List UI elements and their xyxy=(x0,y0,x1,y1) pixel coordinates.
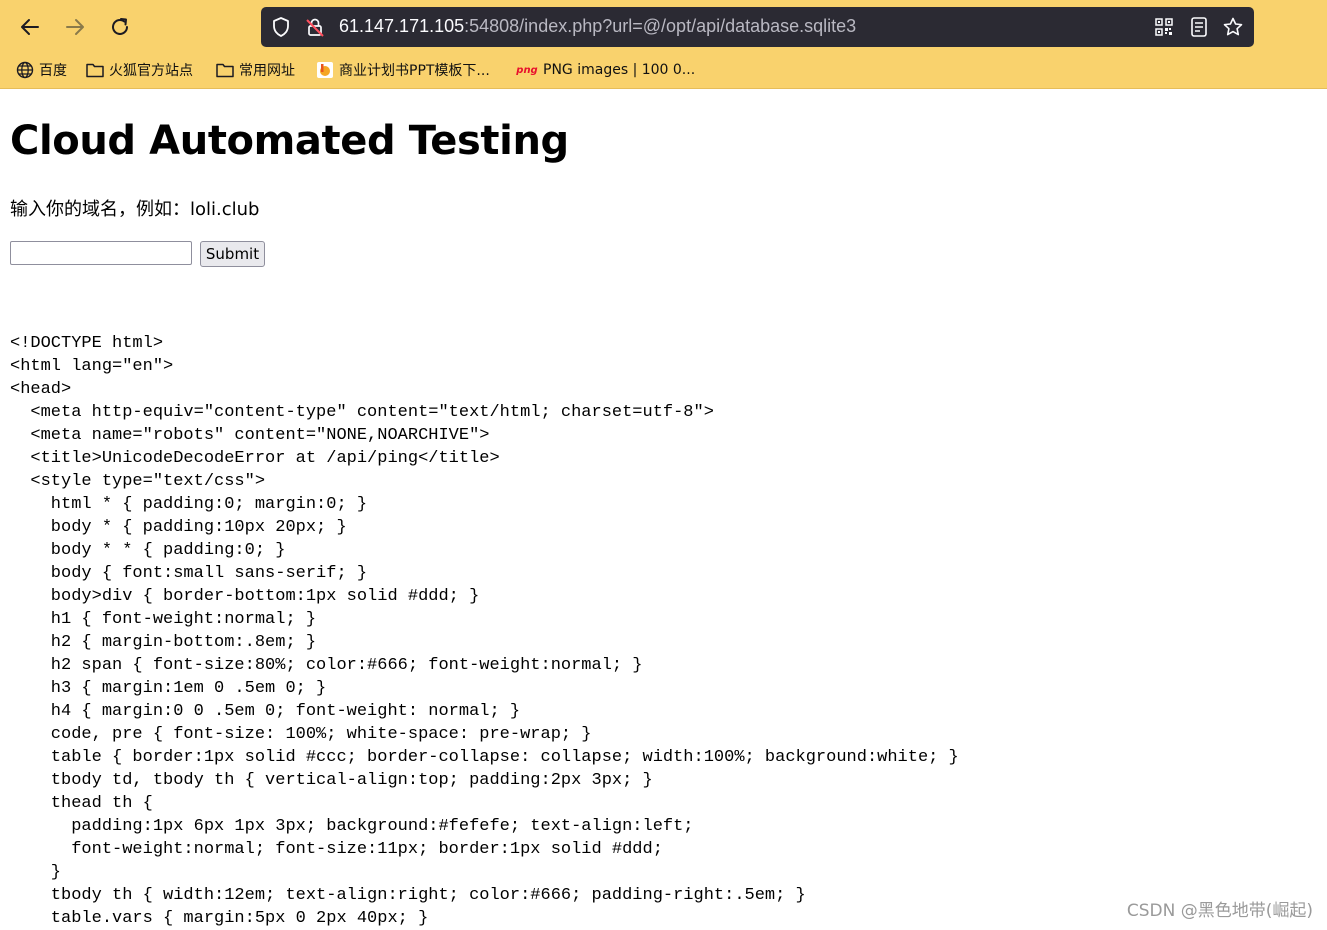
submit-button[interactable]: Submit xyxy=(200,241,265,267)
folder-icon xyxy=(216,61,234,79)
arrow-left-icon xyxy=(21,19,39,35)
source-line: tbody th { width:12em; text-align:right;… xyxy=(10,886,806,905)
response-source-code: <!DOCTYPE html> <html lang="en"> <head> … xyxy=(10,332,959,930)
reload-button[interactable] xyxy=(106,13,134,41)
source-line: <head> xyxy=(10,380,72,399)
bookmark-label: 百度 xyxy=(39,63,67,79)
source-line: thead th { xyxy=(10,794,153,813)
bookmark-label: 商业计划书PPT模板下... xyxy=(339,63,490,79)
source-line: code, pre { font-size: 100%; white-space… xyxy=(10,725,592,744)
source-line: h4 { margin:0 0 .5em 0; font-weight: nor… xyxy=(10,702,521,721)
ppt-site-icon xyxy=(316,61,334,79)
source-line: <title>UnicodeDecodeError at /api/ping</… xyxy=(10,449,500,468)
url-path: :54808/index.php?url=@/opt/api/database.… xyxy=(464,16,857,36)
globe-icon xyxy=(16,61,34,79)
csdn-watermark: CSDN @黑色地带(崛起) xyxy=(1126,901,1313,921)
bookmarks-toolbar: 百度 火狐官方站点 常用网址 商业计划书PPT模板下... png PNG im… xyxy=(0,54,1327,86)
source-line: tbody td, tbody th { vertical-align:top;… xyxy=(10,771,653,790)
browser-chrome: 61.147.171.105:54808/index.php?url=@/opt… xyxy=(0,0,1327,89)
source-line: h1 { font-weight:normal; } xyxy=(10,610,317,629)
insecure-lock-icon[interactable] xyxy=(305,17,325,37)
source-line: body * * { padding:0; } xyxy=(10,541,286,560)
source-line: html * { padding:0; margin:0; } xyxy=(10,495,368,514)
shield-icon[interactable] xyxy=(271,17,291,37)
source-line: font-weight:normal; font-size:11px; bord… xyxy=(10,840,663,859)
source-line: <meta http-equiv="content-type" content=… xyxy=(10,403,714,422)
bookmark-firefox-site[interactable]: 火狐官方站点 xyxy=(86,59,193,81)
reload-icon xyxy=(112,18,128,35)
url-host: 61.147.171.105 xyxy=(339,16,465,36)
folder-icon xyxy=(86,61,104,79)
browser-toolbar: 61.147.171.105:54808/index.php?url=@/opt… xyxy=(0,0,1327,54)
bookmark-baidu[interactable]: 百度 xyxy=(16,59,67,81)
bookmark-star-icon[interactable] xyxy=(1223,17,1243,37)
page-title: Cloud Automated Testing xyxy=(10,118,569,164)
reader-view-icon[interactable] xyxy=(1189,17,1209,37)
back-button[interactable] xyxy=(16,13,44,41)
url-text[interactable]: 61.147.171.105:54808/index.php?url=@/opt… xyxy=(339,16,856,37)
bookmark-label: PNG images | 100 0... xyxy=(543,62,696,78)
source-line: h3 { margin:1em 0 .5em 0; } xyxy=(10,679,327,698)
domain-input[interactable] xyxy=(10,241,192,265)
source-line: table.vars { margin:5px 0 2px 40px; } xyxy=(10,909,429,928)
bookmark-label: 火狐官方站点 xyxy=(109,63,193,79)
domain-prompt: 输入你的域名，例如：loli.club xyxy=(10,199,260,220)
source-line: body { font:small sans-serif; } xyxy=(10,564,368,583)
bookmark-png-images[interactable]: png PNG images | 100 0... xyxy=(516,59,695,81)
source-line: h2 span { font-size:80%; color:#666; fon… xyxy=(10,656,643,675)
source-line: body * { padding:10px 20px; } xyxy=(10,518,347,537)
url-bar[interactable]: 61.147.171.105:54808/index.php?url=@/opt… xyxy=(261,7,1254,47)
source-line: } xyxy=(10,863,62,882)
arrow-right-icon xyxy=(66,19,84,35)
source-line: <!DOCTYPE html> xyxy=(10,334,164,353)
source-line: body>div { border-bottom:1px solid #ddd;… xyxy=(10,587,480,606)
source-line: <meta name="robots" content="NONE,NOARCH… xyxy=(10,426,490,445)
bookmark-label: 常用网址 xyxy=(239,63,295,79)
source-line: <html lang="en"> xyxy=(10,357,174,376)
bookmark-common-sites[interactable]: 常用网址 xyxy=(216,59,295,81)
source-line: padding:1px 6px 1px 3px; background:#fef… xyxy=(10,817,694,836)
png-site-icon: png xyxy=(516,64,538,76)
source-line: h2 { margin-bottom:.8em; } xyxy=(10,633,317,652)
source-line: <style type="text/css"> xyxy=(10,472,266,491)
page-content: Cloud Automated Testing 输入你的域名，例如：loli.c… xyxy=(0,89,1327,929)
forward-button[interactable] xyxy=(61,13,89,41)
source-line: table { border:1px solid #ccc; border-co… xyxy=(10,748,959,767)
qr-code-icon[interactable] xyxy=(1154,17,1174,37)
bookmark-ppt-templates[interactable]: 商业计划书PPT模板下... xyxy=(316,59,490,81)
